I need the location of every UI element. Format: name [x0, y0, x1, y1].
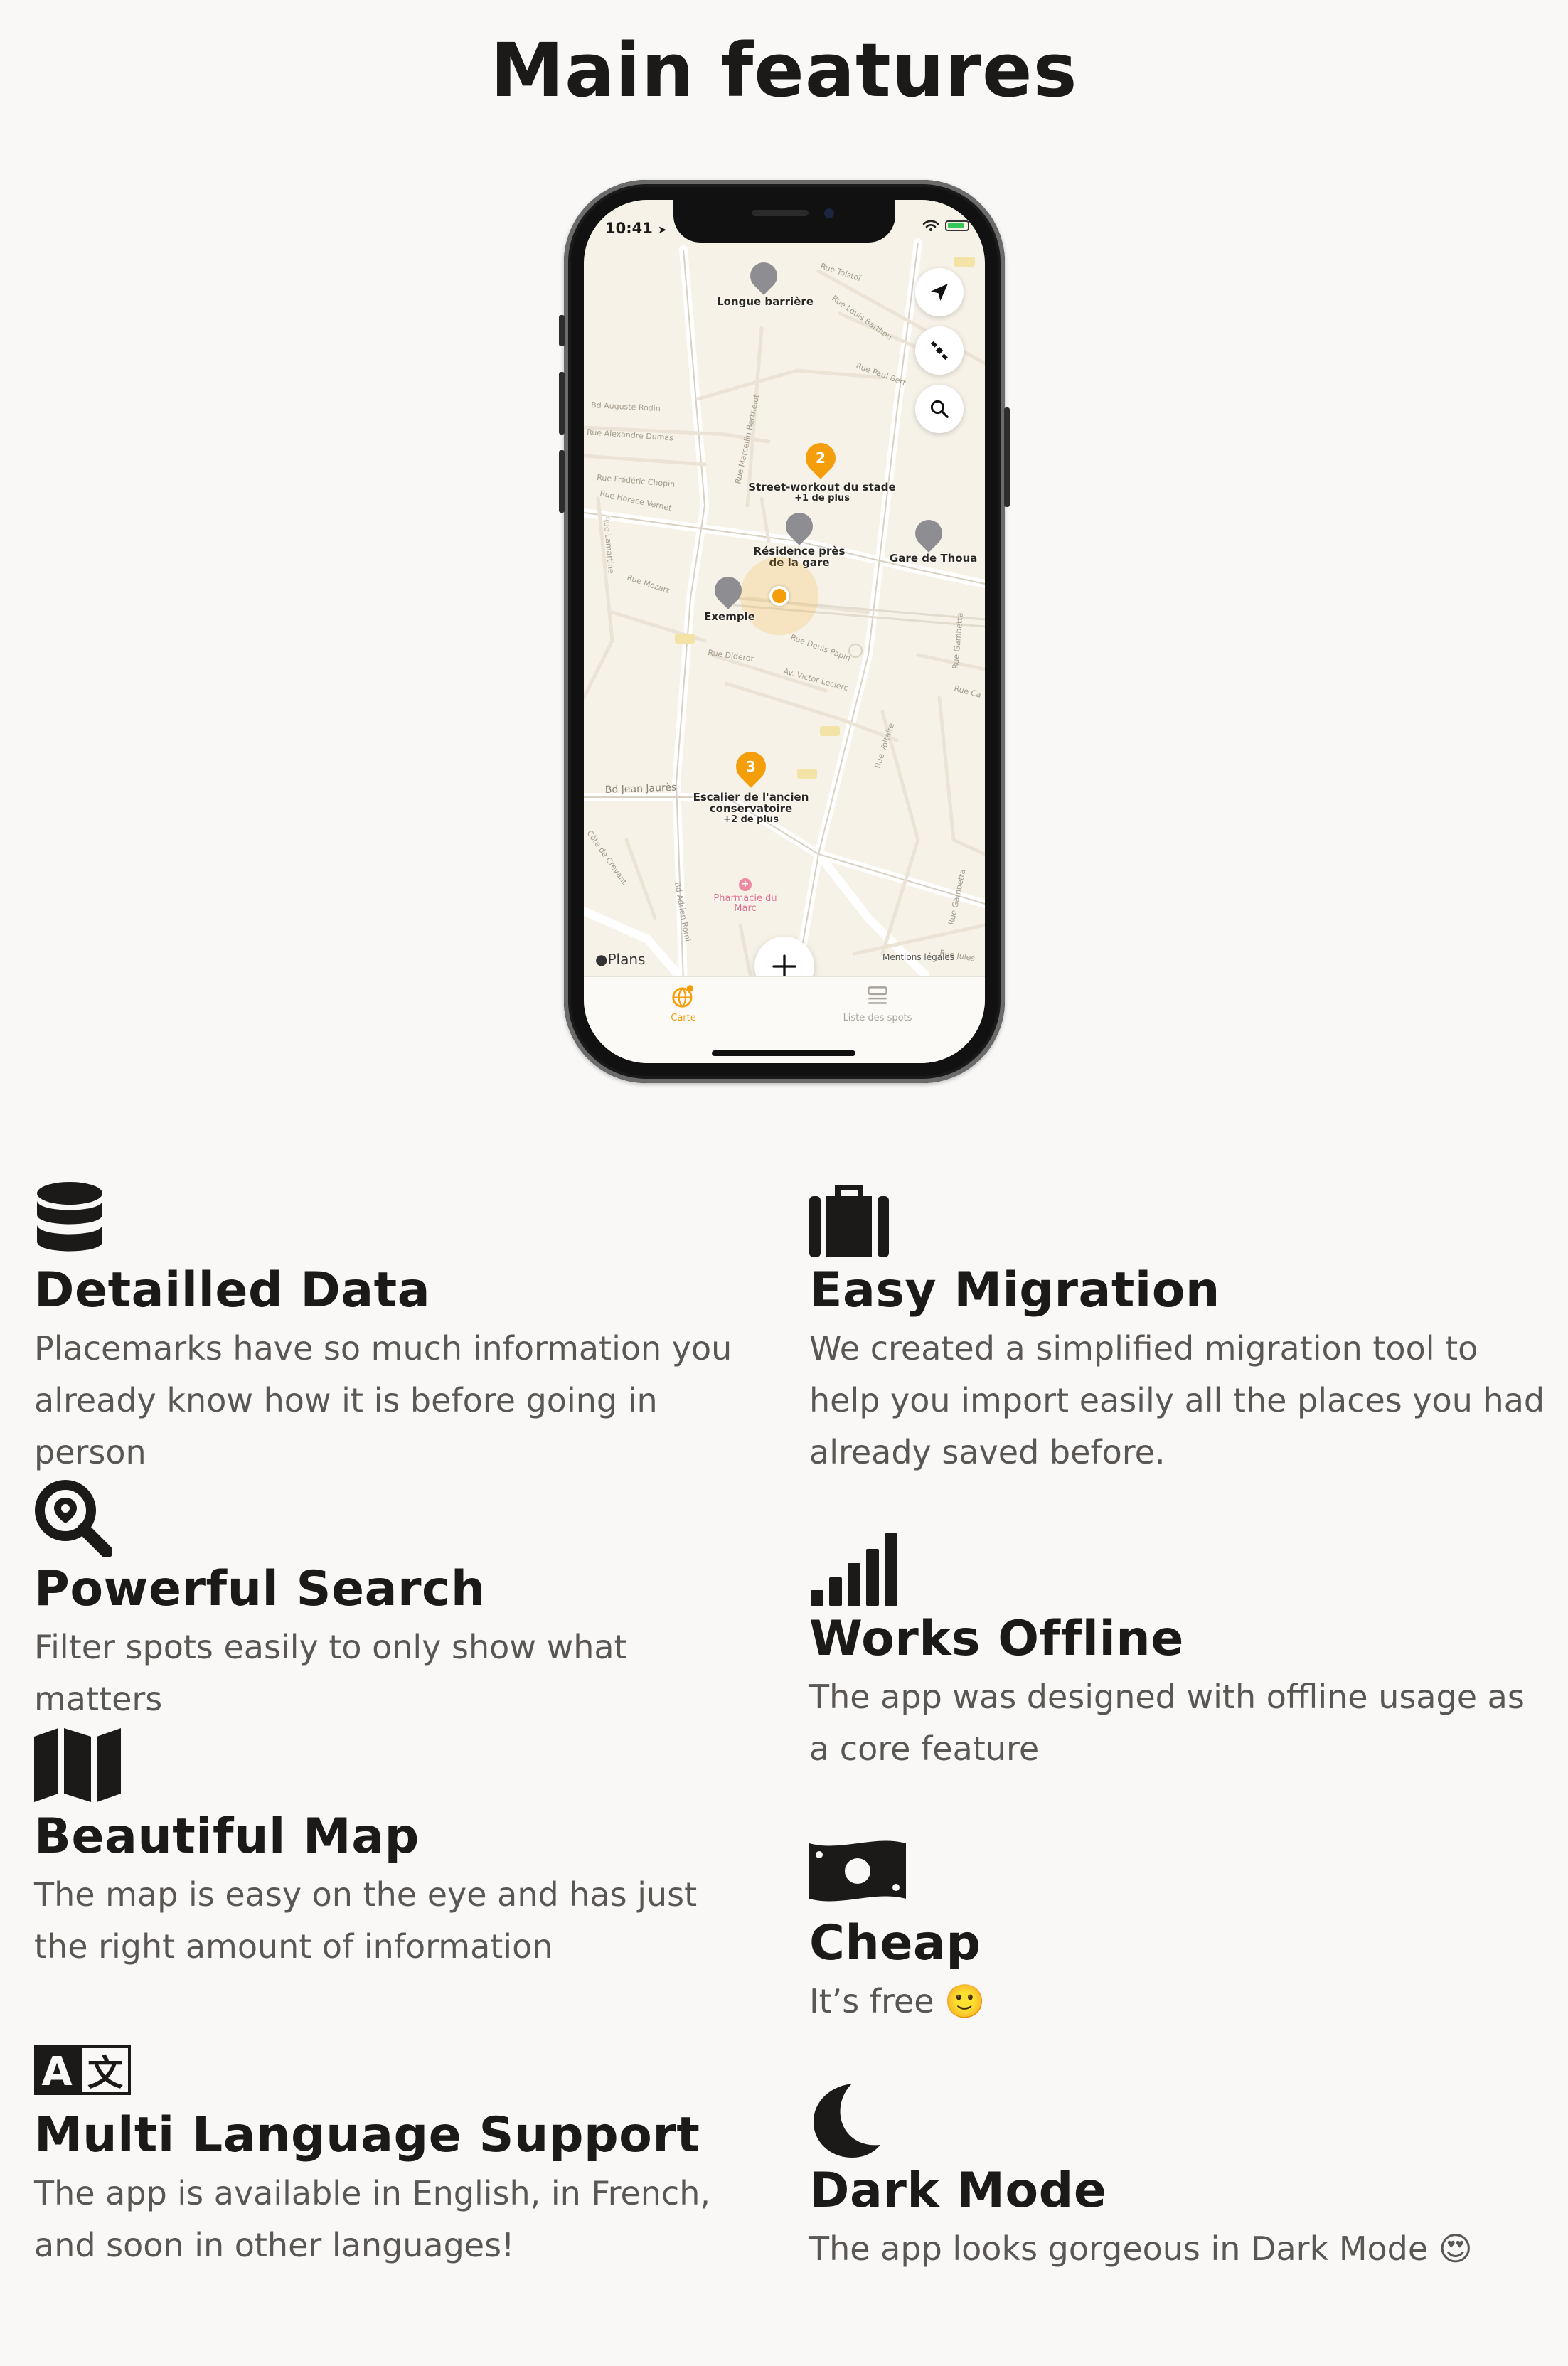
feature-description: The app is available in English, in Fren… [34, 2174, 710, 2264]
search-button[interactable] [915, 385, 964, 433]
tab-carte[interactable]: Carte [655, 983, 712, 1023]
map-type-button[interactable] [915, 326, 964, 375]
feature-powerful-search: Powerful Search Filter spots easily to o… [34, 1479, 752, 1725]
search-icon [930, 400, 949, 418]
signal-icon [811, 1533, 897, 1606]
page-title: Main features [490, 27, 1078, 114]
status-indicators [922, 220, 969, 231]
feature-description: Filter spots easily to only show what ma… [34, 1628, 627, 1718]
pharmacy-icon: + [739, 878, 752, 891]
search-location-icon [35, 1480, 112, 1557]
language-letter-zh: 文 [87, 2052, 123, 2094]
feature-cheap: Cheap It’s free 🙂 [809, 1833, 1549, 2027]
battery-icon [945, 220, 969, 231]
globe-pin-icon [672, 985, 694, 1008]
user-location-dot [769, 586, 789, 606]
feature-title: Works Offline [809, 1611, 1184, 1667]
cluster-count: 3 [746, 758, 756, 775]
phone-volume-up [559, 372, 565, 435]
tab-liste-des-spots[interactable]: Liste des spots [824, 983, 931, 1023]
feature-title: Powerful Search [34, 1561, 486, 1617]
pin-label: Street-workout du stade +1 de plus [748, 481, 896, 503]
apple-maps-attribution: ●Plans [595, 951, 646, 968]
location-arrow-icon [931, 284, 948, 301]
feature-dark-mode: Dark Mode The app looks gorgeous in Dark… [809, 2081, 1549, 2275]
feature-description: The app was designed with offline usage … [809, 1678, 1525, 1768]
legal-link[interactable]: Mentions légales [882, 952, 954, 962]
home-indicator [712, 1050, 855, 1056]
database-icon [37, 1182, 102, 1252]
feature-title: Dark Mode [809, 2163, 1107, 2219]
feature-beautiful-map: Beautiful Map The map is easy on the eye… [34, 1727, 752, 1973]
moon-icon [814, 2084, 880, 2158]
suitcase-icon [809, 1185, 889, 1257]
map-icon [34, 1728, 121, 1802]
feature-description: It’s free 🙂 [809, 1982, 986, 2020]
phone-volume-down [559, 450, 565, 513]
feature-multi-language: A 文 Multi Language Support The app is av… [34, 2025, 752, 2271]
feature-title: Easy Migration [809, 1262, 1220, 1318]
apple-logo-icon: ● [595, 951, 608, 968]
feature-title: Cheap [809, 1915, 981, 1971]
list-icon [868, 986, 887, 1004]
money-bill-icon [809, 1840, 906, 1902]
cluster-count: 2 [816, 449, 826, 467]
feature-description: The map is easy on the eye and has just … [34, 1875, 698, 1966]
feature-works-offline: Works Offline The app was designed with … [809, 1529, 1549, 1775]
feature-easy-migration: Easy Migration We created a simplified m… [809, 1181, 1549, 1478]
pin-label: Exemple [704, 610, 755, 623]
pin-label: Escalier de l'ancien conservatoire +2 de … [693, 791, 809, 825]
phone-power-button [1004, 407, 1010, 507]
location-arrow-icon: ➤ [658, 223, 667, 236]
pin-label: Gare de Thoua [890, 552, 978, 565]
phone-camera [824, 208, 834, 218]
locate-me-button[interactable] [915, 268, 964, 316]
status-time: 10:41 ➤ [605, 220, 667, 237]
feature-detailled-data: Detailled Data Placemarks have so much i… [34, 1181, 752, 1478]
phone-screen: Rue Tolstoï Rue Louis Barthou Rue Paul B… [584, 200, 985, 1063]
feature-title: Multi Language Support [34, 2107, 700, 2163]
language-letter-a: A [41, 2049, 73, 2095]
pin-label: Pharmacie du Marc [713, 893, 777, 914]
feature-description: Placemarks have so much information you … [34, 1329, 732, 1471]
feature-description: The app looks gorgeous in Dark Mode 😍 [809, 2229, 1473, 2268]
pin-label: Longue barrière [717, 295, 814, 308]
phone-mockup: Rue Tolstoï Rue Louis Barthou Rue Paul B… [559, 180, 1010, 1083]
phone-mute-switch [559, 315, 565, 346]
satellite-icon [931, 341, 948, 361]
phone-speaker [752, 210, 809, 216]
phone-notch [673, 200, 895, 243]
language-icon: A 文 [34, 2045, 131, 2095]
feature-title: Detailled Data [34, 1262, 431, 1318]
feature-description: We created a simplified migration tool t… [809, 1329, 1545, 1471]
feature-title: Beautiful Map [34, 1808, 420, 1865]
wifi-icon [922, 220, 939, 231]
